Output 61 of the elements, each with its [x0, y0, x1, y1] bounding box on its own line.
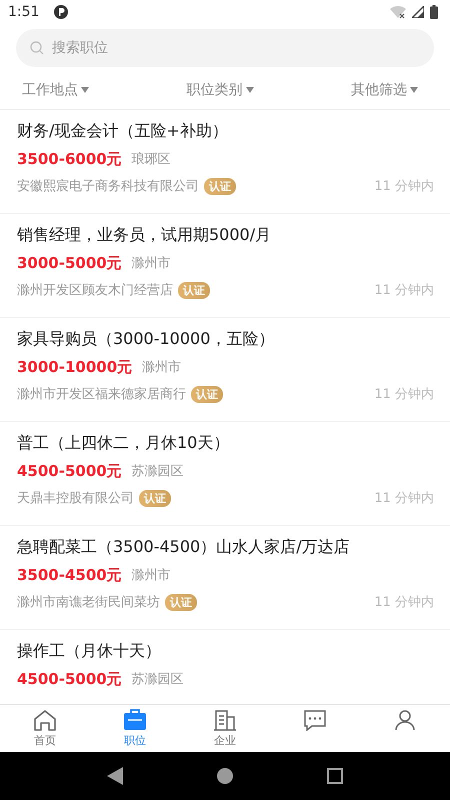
wifi-off-icon	[390, 5, 406, 19]
salary: 4500-5000元	[17, 670, 122, 688]
status-time: 1:51	[8, 4, 40, 20]
caret-icon	[246, 87, 254, 93]
post-time: 11 分钟内	[374, 594, 434, 611]
verified-badge: 认证	[204, 178, 236, 194]
battery-icon	[430, 5, 438, 19]
job-title: 急聘配菜工（3500-4500）山水人家店/万达店	[17, 536, 351, 558]
home-icon	[33, 709, 57, 731]
job-title: 销售经理，业务员，试用期5000/月	[17, 224, 272, 246]
job-location: 苏滁园区	[132, 463, 184, 480]
job-title: 家具导购员（3000-10000，五险）	[17, 328, 276, 350]
chat-icon	[303, 709, 327, 731]
caret-icon	[410, 87, 418, 93]
salary: 3000-10000元	[17, 358, 132, 376]
filter-dropdown[interactable]: 职位类别	[186, 79, 254, 101]
post-time: 11 分钟内	[374, 490, 434, 507]
back-icon[interactable]	[107, 767, 123, 785]
tab-bar-item[interactable]: 首页	[0, 705, 90, 752]
verified-badge: 认证	[191, 386, 223, 402]
company-name: 安徽熙宸电子商务科技有限公司	[17, 178, 199, 195]
caret-icon	[81, 87, 89, 93]
post-time: 11 分钟内	[374, 178, 434, 195]
salary: 3000-5000元	[17, 254, 122, 272]
job-title: 普工（上四休二，月休10天）	[17, 432, 230, 454]
job-location: 滁州市	[132, 567, 171, 584]
job-card[interactable]: 普工（上四休二，月休10天） 4500-5000元 苏滁园区 天鼎丰控股有限公司 认证 11 分钟内	[0, 422, 450, 526]
verified-badge: 认证	[165, 594, 197, 610]
verified-badge: 认证	[178, 282, 210, 298]
post-time: 11 分钟内	[374, 386, 434, 403]
salary: 3500-4500元	[17, 566, 122, 584]
company-name: 滁州市南谯老街民间菜坊	[17, 594, 160, 611]
job-card[interactable]: 财务/现金会计（五险+补助） 3500-6000元 琅琊区 安徽熙宸电子商务科技有限公司 认证 11 分钟内	[0, 110, 450, 214]
filter-dropdown[interactable]: 工作地点	[22, 79, 89, 101]
job-card[interactable]: 家具导购员（3000-10000，五险） 3000-10000元 滁州市 滁州市开发区福来德家居商行 认证 11 分钟内	[0, 318, 450, 422]
company-name: 滁州市开发区福来德家居商行	[17, 386, 186, 403]
filter-dropdown[interactable]: 其他筛选	[351, 79, 418, 101]
signal-icon	[412, 6, 424, 18]
job-location: 琅琊区	[132, 151, 171, 168]
person-icon	[393, 709, 417, 731]
tab-bar-item[interactable]: 职位	[90, 705, 180, 752]
job-title: 财务/现金会计（五险+补助）	[17, 120, 229, 142]
job-card[interactable]: 销售经理，业务员，试用期5000/月 3000-5000元 滁州市 滁州开发区顾友木门经营店 认证 11 分钟内	[0, 214, 450, 318]
verified-badge: 认证	[139, 490, 171, 506]
tab-bar-item[interactable]: 企业	[180, 705, 270, 752]
salary: 4500-5000元	[17, 462, 122, 480]
recents-icon[interactable]	[327, 768, 343, 784]
salary: 3500-6000元	[17, 150, 122, 168]
post-time: 11 分钟内	[374, 282, 434, 299]
company-name: 天鼎丰控股有限公司	[17, 490, 134, 507]
briefcase-icon	[123, 709, 147, 731]
app-notification-icon	[53, 4, 70, 20]
job-location: 苏滁园区	[132, 671, 184, 688]
job-card[interactable]: 急聘配菜工（3500-4500）山水人家店/万达店 3500-4500元 滁州市 滁州市南谯老街民间菜坊 认证 11 分钟内	[0, 526, 450, 630]
search-field[interactable]: 搜索职位	[16, 29, 434, 67]
company-name: 滁州开发区顾友木门经营店	[17, 282, 173, 299]
job-title: 操作工（月休十天）	[17, 640, 162, 662]
job-location: 滁州市	[132, 255, 171, 272]
home-circle-icon[interactable]	[217, 768, 233, 784]
building-icon	[213, 709, 237, 731]
job-location: 滁州市	[142, 359, 182, 376]
